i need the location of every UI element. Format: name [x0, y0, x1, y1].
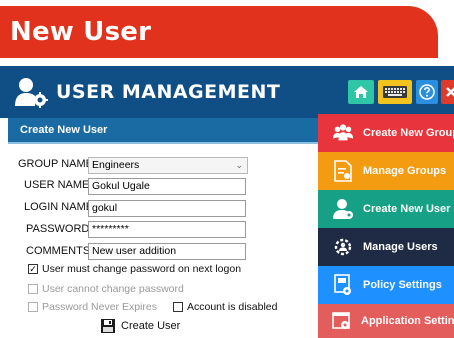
menu-label: Manage Users — [363, 241, 438, 253]
user-gear-logo-icon — [15, 78, 48, 108]
group-name-label: GROUP NAME — [18, 158, 93, 170]
user-name-label: USER NAME — [24, 179, 90, 191]
menu-create-new-user[interactable]: Create New User — [318, 190, 454, 228]
menu-label: Policy Settings — [363, 279, 442, 291]
gear-users-icon — [332, 236, 354, 258]
password-label: PASSWORD — [26, 223, 90, 235]
create-user-button[interactable]: Create User — [100, 316, 180, 336]
banner-title: New User — [10, 17, 152, 47]
groups-document-icon — [332, 160, 354, 182]
login-name-field[interactable]: gokul — [88, 200, 246, 217]
save-disk-icon — [101, 319, 115, 333]
menu-create-new-group[interactable]: Create New Group — [318, 114, 454, 152]
settings-window-icon — [332, 310, 352, 332]
login-name-label: LOGIN NAME — [24, 201, 94, 213]
comments-label: COMMENTS — [26, 245, 91, 257]
cannot-change-password-label: User cannot change password — [42, 283, 184, 295]
menu-manage-groups[interactable]: Manage Groups — [318, 152, 454, 190]
create-user-label: Create User — [121, 320, 181, 332]
account-disabled-checkbox[interactable] — [173, 302, 183, 312]
group-name-select[interactable]: Engineers ⌄ — [88, 157, 248, 174]
password-never-expires-label: Password Never Expires — [42, 301, 157, 313]
must-change-password-checkbox[interactable]: ✓ — [28, 264, 38, 274]
keyboard-icon — [383, 86, 407, 98]
account-disabled-label: Account is disabled — [187, 301, 278, 313]
app-header: USER MANAGEMENT — [0, 66, 454, 118]
add-user-icon — [332, 198, 354, 220]
group-name-value: Engineers — [92, 159, 140, 171]
home-button[interactable] — [348, 80, 374, 104]
cannot-change-password-checkbox[interactable] — [28, 284, 38, 294]
form-header-title: Create New User — [20, 124, 108, 136]
keyboard-button[interactable] — [378, 80, 412, 104]
group-icon — [332, 122, 354, 144]
password-field[interactable]: ********* — [88, 221, 246, 238]
menu-label: Create New User — [363, 203, 451, 215]
home-icon — [354, 86, 368, 98]
must-change-password-label: User must change password on next logon — [42, 263, 242, 275]
form-header: Create New User — [8, 118, 318, 144]
menu-label: Manage Groups — [363, 165, 447, 177]
help-button[interactable] — [416, 80, 438, 104]
menu-policy-settings[interactable]: Policy Settings — [318, 266, 454, 304]
menu-label: Create New Group — [363, 127, 454, 139]
help-icon — [419, 84, 435, 100]
app-title: USER MANAGEMENT — [56, 81, 281, 103]
close-icon — [446, 87, 454, 97]
user-name-field[interactable]: Gokul Ugale — [88, 178, 246, 195]
policy-icon — [332, 274, 354, 296]
title-banner: New User — [0, 0, 454, 58]
menu-manage-users[interactable]: Manage Users — [318, 228, 454, 266]
close-button[interactable] — [441, 80, 454, 104]
menu-label: Application Settings — [361, 315, 454, 327]
create-user-form: Create New User GROUP NAME Engineers ⌄ U… — [0, 118, 318, 338]
password-never-expires-checkbox[interactable] — [28, 302, 38, 312]
menu-application-settings[interactable]: Application Settings — [318, 304, 454, 338]
comments-field[interactable]: New user addition — [88, 243, 246, 260]
chevron-down-icon: ⌄ — [235, 160, 243, 170]
